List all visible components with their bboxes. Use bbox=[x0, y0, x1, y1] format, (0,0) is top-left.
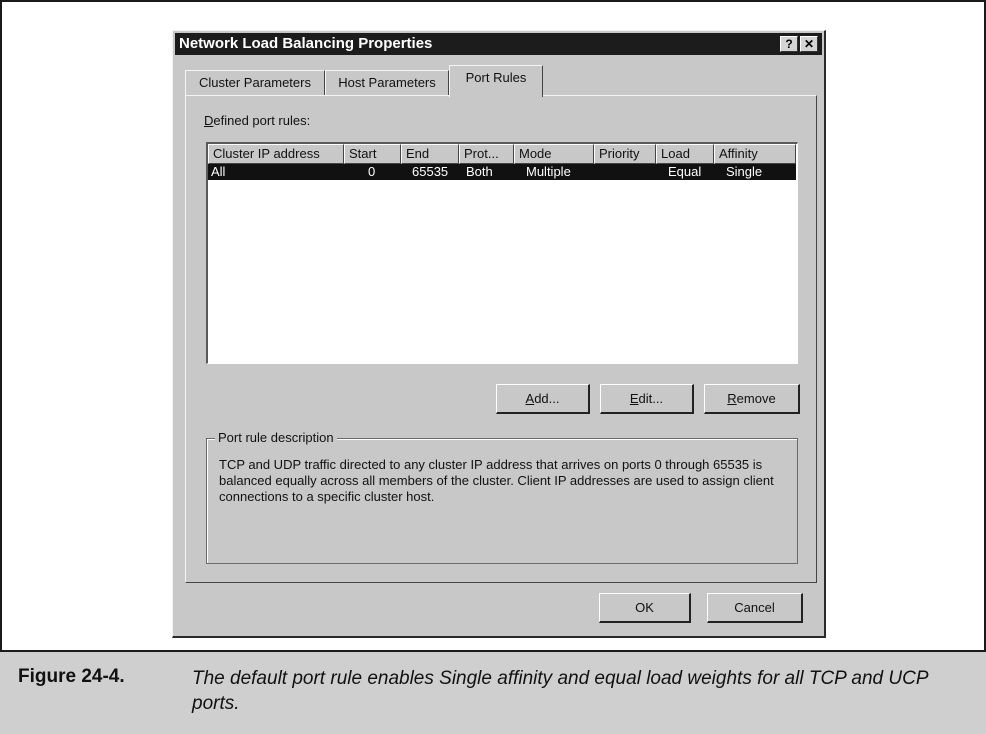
add-button[interactable]: Add... bbox=[496, 384, 590, 414]
close-button[interactable]: ✕ bbox=[800, 36, 818, 52]
cancel-button[interactable]: Cancel bbox=[707, 593, 803, 623]
cell-mode: Multiple bbox=[526, 164, 571, 179]
ok-button[interactable]: OK bbox=[599, 593, 691, 623]
tab-port-rules[interactable]: Port Rules bbox=[449, 65, 543, 97]
column-protocol[interactable]: Prot... bbox=[459, 144, 514, 164]
cell-affinity: Single bbox=[726, 164, 763, 179]
column-start[interactable]: Start bbox=[344, 144, 401, 164]
cell-protocol: Both bbox=[466, 164, 493, 179]
column-affinity[interactable]: Affinity bbox=[714, 144, 796, 164]
port-rule-description-group: Port rule description TCP and UDP traffi… bbox=[206, 430, 798, 564]
edit-button[interactable]: Edit... bbox=[600, 384, 694, 414]
column-mode[interactable]: Mode bbox=[514, 144, 594, 164]
list-header: Cluster IP address Start End Prot... Mod… bbox=[208, 144, 797, 164]
tab-host-parameters[interactable]: Host Parameters bbox=[325, 70, 449, 96]
column-priority[interactable]: Priority bbox=[594, 144, 656, 164]
remove-button[interactable]: Remove bbox=[704, 384, 800, 414]
nlb-properties-dialog: Network Load Balancing Properties ? ✕ Cl… bbox=[172, 30, 826, 638]
cell-load: Equal bbox=[668, 164, 702, 179]
column-end[interactable]: End bbox=[401, 144, 459, 164]
cell-cluster-ip: All bbox=[211, 164, 226, 179]
dialog-titlebar: Network Load Balancing Properties ? ✕ bbox=[175, 33, 822, 55]
figure-caption-area: Figure 24-4. The default port rule enabl… bbox=[0, 650, 986, 734]
dialog-title: Network Load Balancing Properties bbox=[179, 35, 433, 52]
cell-start: 0 bbox=[368, 164, 376, 179]
tab-cluster-parameters[interactable]: Cluster Parameters bbox=[185, 70, 325, 96]
help-button[interactable]: ? bbox=[780, 36, 798, 52]
table-row[interactable]: All 0 65535 Both Multiple Equal Single bbox=[208, 164, 796, 180]
port-rules-list[interactable]: Cluster IP address Start End Prot... Mod… bbox=[206, 142, 798, 364]
column-load[interactable]: Load bbox=[656, 144, 714, 164]
cell-end: 65535 bbox=[412, 164, 449, 179]
defined-port-rules-label: Defined port rules: bbox=[204, 113, 311, 128]
port-rule-description-text: TCP and UDP traffic directed to any clus… bbox=[219, 457, 774, 504]
port-rule-description-legend: Port rule description bbox=[215, 430, 337, 445]
column-cluster-ip[interactable]: Cluster IP address bbox=[208, 144, 344, 164]
figure-label: Figure 24-4. bbox=[18, 666, 125, 687]
figure-caption: The default port rule enables Single aff… bbox=[192, 668, 928, 714]
port-rules-panel: Defined port rules: Cluster IP address S… bbox=[185, 95, 817, 583]
